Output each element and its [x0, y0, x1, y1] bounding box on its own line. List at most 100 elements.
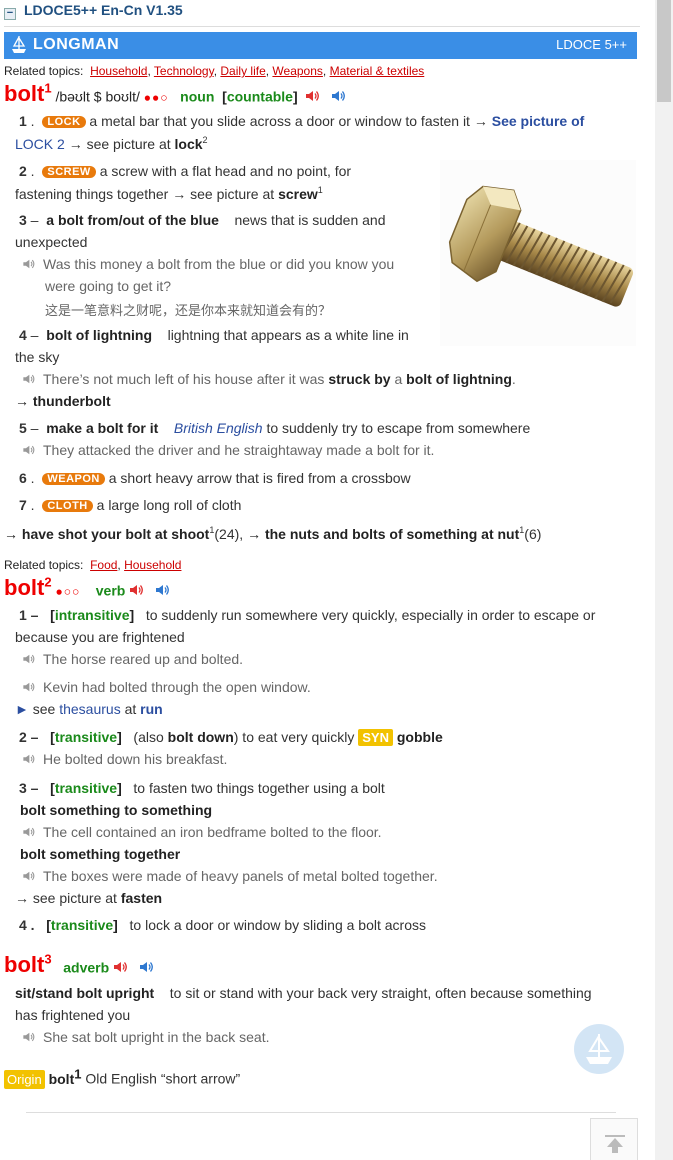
example-speaker-icon[interactable]	[22, 870, 35, 882]
origin-text: Old English “short arrow”	[85, 1070, 241, 1087]
see-picture-link[interactable]: See picture of	[492, 113, 585, 129]
dictionary-content: − LDOCE5++ En-Cn V1.35 LONGMAN LDOCE 5++ …	[0, 0, 655, 1160]
verb-sense-3: 3 – [transitive] to fasten two things to…	[19, 780, 385, 796]
part-of-speech: adverb	[63, 959, 110, 976]
vertical-scrollbar[interactable]	[655, 0, 673, 1160]
definition: a short heavy arrow that is fired from a…	[108, 470, 411, 486]
definition-continued: unexpected	[15, 234, 88, 250]
sense-1-continued: LOCK 2 → see picture at lock2	[15, 135, 208, 152]
related-topics-label: Related topics:	[4, 558, 84, 572]
sense-number: 5	[19, 420, 27, 436]
dictionary-title: LDOCE5++ En-Cn V1.35	[24, 2, 183, 18]
thunderbolt-link[interactable]: → thunderbolt	[15, 393, 111, 409]
sense-2: 2 . SCREW a screw with a flat head and n…	[19, 163, 352, 179]
grammar-label: [transitive]	[50, 729, 122, 745]
topic-link[interactable]: Household	[90, 64, 147, 78]
definition-continued: because you are frightened	[15, 629, 185, 645]
sense-number: 3	[19, 212, 27, 228]
part-of-speech: noun	[180, 88, 215, 105]
example-speaker-icon[interactable]	[22, 826, 35, 838]
speaker-blue-icon[interactable]	[155, 583, 169, 597]
xref-link[interactable]: → the nuts and bolts of something at nut	[247, 526, 519, 542]
definition: a screw with a flat head and no point, f…	[99, 163, 352, 179]
example-speaker-icon[interactable]	[22, 681, 35, 693]
sense-4: 4 – bolt of lightning lightning that app…	[19, 327, 409, 343]
sense-number: 1	[19, 113, 27, 129]
definition: to lock a door or window by sliding a bo…	[129, 917, 426, 933]
example-speaker-icon[interactable]	[22, 753, 35, 765]
headword-line: bolt1 /bəʊlt $ boʊlt/ ●●○ noun [countabl…	[4, 81, 345, 107]
collapse-icon[interactable]: −	[4, 8, 16, 20]
example-speaker-icon[interactable]	[22, 653, 35, 665]
arrow-icon: ►	[15, 701, 29, 717]
grammar-label: [transitive]	[46, 917, 118, 933]
topic-link[interactable]: Technology	[154, 64, 214, 78]
sense-number: 4	[19, 327, 27, 343]
sense-number: 2	[19, 163, 27, 179]
definition: to sit or stand with your back very stra…	[169, 985, 592, 1001]
example: They attacked the driver and he straight…	[22, 442, 434, 458]
adverb-sense: sit/stand bolt upright to sit or stand w…	[15, 985, 592, 1001]
sense-number: 1 –	[19, 607, 39, 623]
topic-link[interactable]: Daily life	[220, 64, 265, 78]
example: She sat bolt upright in the back seat.	[22, 1029, 269, 1045]
dictionary-version: LDOCE 5++	[556, 37, 627, 52]
definition: ) to eat very quickly	[233, 729, 355, 745]
definition-continued: the sky	[15, 349, 60, 365]
cross-references: → have shot your bolt at shoot1(24), → t…	[4, 525, 542, 542]
example-speaker-icon[interactable]	[22, 1031, 35, 1043]
thesaurus-link[interactable]: ► see thesaurus at run	[15, 701, 163, 717]
divider	[26, 1112, 616, 1113]
xref-link[interactable]: fasten	[121, 890, 162, 906]
speaker-blue-icon[interactable]	[331, 89, 345, 103]
topic-link[interactable]: Food	[90, 558, 117, 572]
xref-link[interactable]: → have shot your bolt at shoot	[4, 526, 209, 542]
example-speaker-icon[interactable]	[22, 444, 35, 456]
back-to-top-button[interactable]	[590, 1118, 638, 1160]
scrollbar-thumb[interactable]	[657, 0, 671, 102]
origin-line: Origin bolt1 Old English “short arrow”	[4, 1066, 240, 1089]
speaker-red-icon[interactable]	[113, 960, 127, 974]
signpost: CLOTH	[42, 500, 93, 512]
sense-5: 5 – make a bolt for it British English t…	[19, 420, 531, 436]
xref-link[interactable]: lock	[175, 136, 203, 152]
see-picture-xref: → see picture at fasten	[15, 890, 163, 906]
xref-link[interactable]: screw	[278, 186, 318, 202]
phrase: sit/stand bolt upright	[15, 985, 155, 1001]
speaker-red-icon[interactable]	[129, 583, 143, 597]
related-topics-label: Related topics:	[4, 64, 84, 78]
topic-link[interactable]: Weapons	[272, 64, 322, 78]
example: The boxes were made of heavy panels of m…	[22, 868, 438, 884]
example-speaker-icon[interactable]	[22, 373, 35, 385]
verb-sense-2: 2 – [transitive] (also bolt down) to eat…	[19, 729, 443, 746]
definition: lightning that appears as a white line i…	[167, 327, 409, 343]
topic-link[interactable]: Household	[124, 558, 181, 572]
speaker-blue-icon[interactable]	[139, 960, 153, 974]
part-of-speech: verb	[95, 582, 126, 599]
dictionary-header[interactable]: − LDOCE5++ En-Cn V1.35	[4, 2, 640, 22]
sense-3: 3 – a bolt from/out of the blue news tha…	[19, 212, 386, 228]
sense-2-continued: fastening things together → see picture …	[15, 185, 323, 202]
example-speaker-icon[interactable]	[22, 258, 35, 270]
topic-link[interactable]: Material & textiles	[330, 64, 425, 78]
sense-7: 7 . CLOTH a large long roll of cloth	[19, 497, 242, 513]
region-label: British English	[173, 420, 263, 436]
definition-continued: fastening things together → see picture …	[15, 186, 275, 202]
homograph-number: 1	[317, 185, 323, 195]
sense-number: 4 .	[19, 917, 35, 933]
lock-2-link[interactable]: LOCK 2	[15, 136, 65, 152]
example: The horse reared up and bolted.	[22, 651, 243, 667]
pronunciation: /bəʊlt $ boʊlt/	[55, 88, 140, 105]
related-topics: Related topics: Household, Technology, D…	[4, 64, 425, 78]
origin-label: Origin	[4, 1069, 45, 1089]
speaker-red-icon[interactable]	[305, 89, 319, 103]
phrase: make a bolt for it	[46, 420, 159, 436]
phrase: bolt of lightning	[46, 327, 153, 343]
signpost: WEAPON	[42, 473, 105, 485]
longman-banner: LONGMAN LDOCE 5++	[4, 32, 637, 59]
definition: to suddenly run somewhere very quickly, …	[145, 607, 596, 623]
grammar-label: [intransitive]	[50, 607, 135, 623]
frequency-dots: ●●○	[143, 90, 169, 105]
frequency-dots: ●○○	[55, 584, 81, 599]
example: The cell contained an iron bedframe bolt…	[22, 824, 382, 840]
